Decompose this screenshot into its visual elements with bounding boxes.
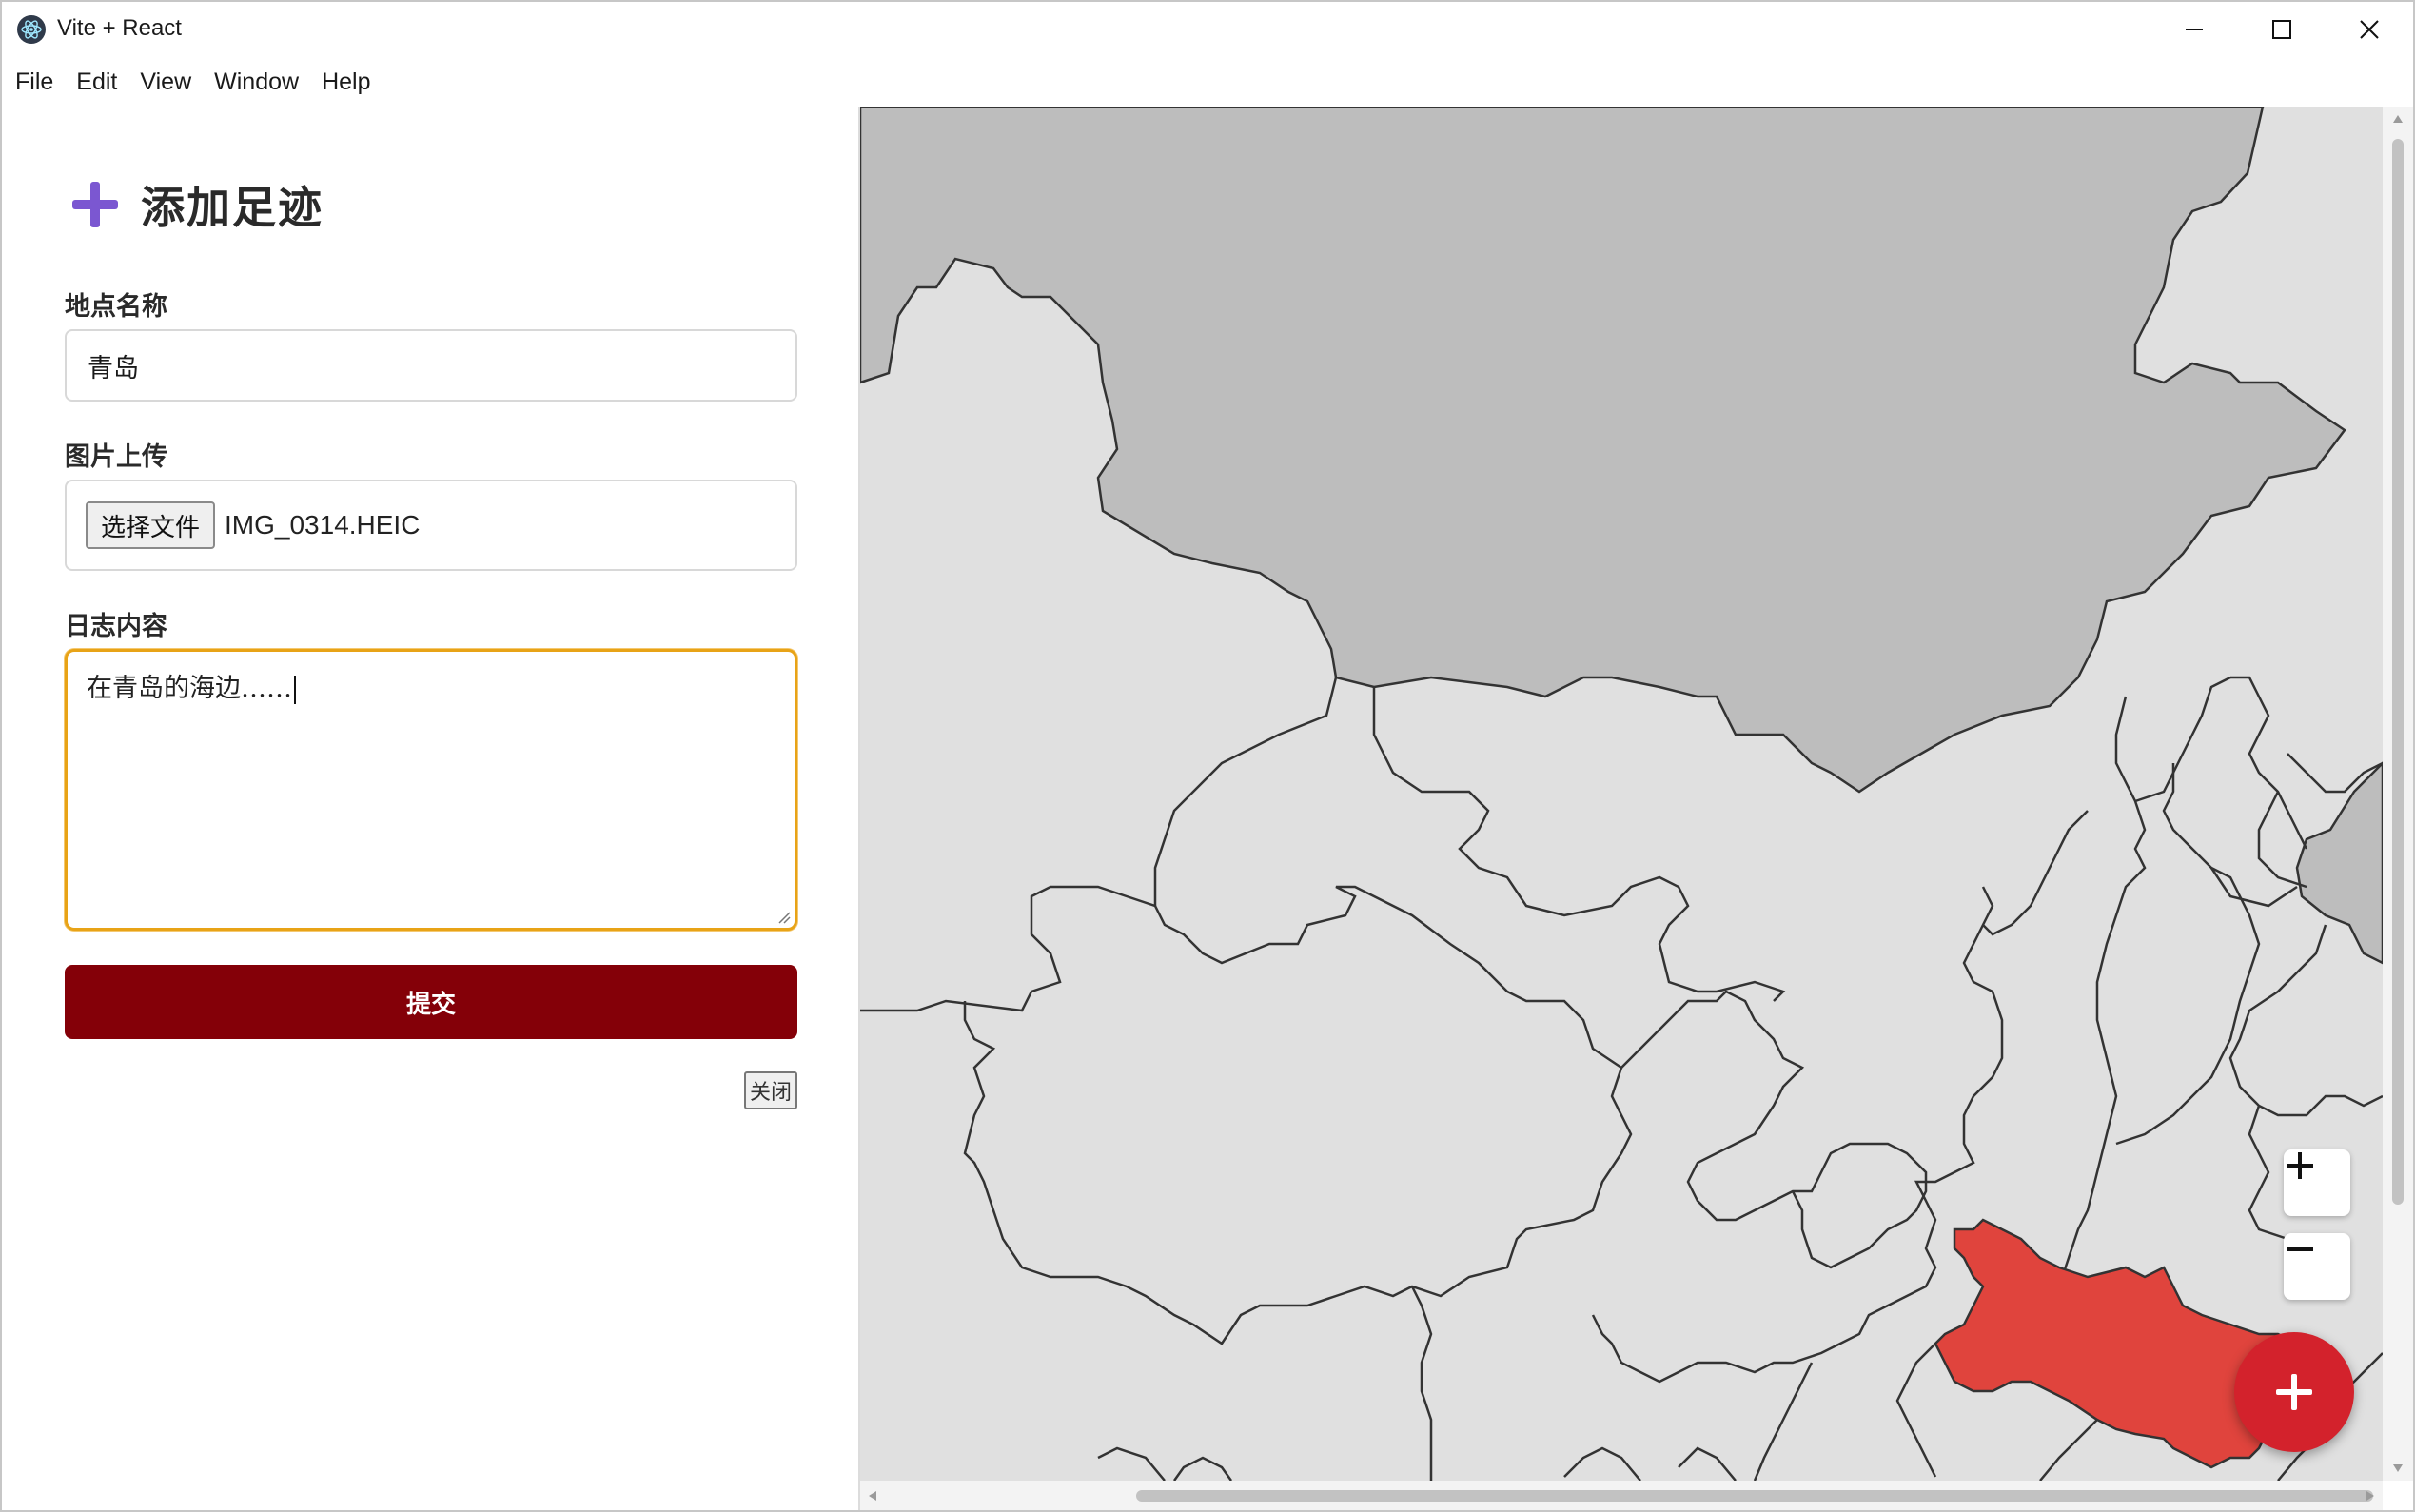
menu-bar: File Edit View Window Help [2, 57, 2413, 107]
plus-icon [2276, 1374, 2312, 1410]
image-upload-field: 选择文件 IMG_0314.HEIC [65, 480, 797, 571]
location-label: 地点名称 [65, 292, 167, 322]
text-caret [294, 675, 296, 704]
journal-label: 日志内容 [65, 612, 167, 641]
vertical-scroll-thumb[interactable] [2392, 139, 2404, 1205]
close-panel-button[interactable]: 关闭 [744, 1071, 797, 1109]
maximize-button[interactable] [2238, 2, 2326, 57]
panel-header: 添加足迹 [67, 173, 324, 236]
close-icon [2360, 20, 2379, 39]
plus-icon [2287, 1152, 2313, 1179]
panel-title: 添加足迹 [141, 182, 324, 233]
title-bar: Vite + React [2, 2, 2413, 57]
menu-help[interactable]: Help [322, 65, 370, 100]
minimize-icon [2186, 29, 2203, 30]
resize-grip-icon[interactable] [776, 909, 791, 924]
zoom-out-button[interactable] [2284, 1233, 2350, 1300]
scroll-down-icon[interactable] [2392, 1463, 2404, 1473]
zoom-in-button[interactable] [2284, 1149, 2350, 1216]
menu-view[interactable]: View [140, 65, 191, 100]
horizontal-scrollbar[interactable] [860, 1481, 2383, 1510]
submit-button[interactable]: 提交 [65, 965, 797, 1039]
maximize-icon [2272, 20, 2291, 39]
app-window: Vite + React File Edit View Window Help [0, 0, 2415, 1512]
menu-window[interactable]: Window [214, 65, 299, 100]
horizontal-scroll-thumb[interactable] [1136, 1490, 2373, 1502]
journal-value: 在青岛的海边…… [87, 674, 292, 703]
image-upload-label: 图片上传 [65, 442, 167, 472]
province-map [860, 107, 2383, 1481]
vertical-scrollbar[interactable] [2383, 107, 2413, 1481]
location-value: 青岛 [88, 353, 139, 383]
scroll-right-icon[interactable] [2366, 1490, 2375, 1502]
choose-file-button[interactable]: 选择文件 [86, 501, 216, 549]
add-footprint-fab[interactable] [2234, 1332, 2354, 1452]
close-window-button[interactable] [2326, 2, 2413, 57]
menu-file[interactable]: File [15, 65, 53, 100]
scroll-up-icon[interactable] [2392, 114, 2404, 124]
plus-icon [72, 182, 118, 227]
selected-file-name: IMG_0314.HEIC [225, 510, 421, 540]
location-input[interactable]: 青岛 [65, 329, 797, 402]
minus-icon [2287, 1247, 2313, 1251]
window-title: Vite + React [57, 15, 182, 41]
electron-icon [17, 15, 46, 44]
add-footprint-panel: 添加足迹 地点名称 青岛 图片上传 选择文件 IMG_0314.HEIC 日志内… [2, 107, 858, 1510]
scroll-left-icon[interactable] [868, 1490, 877, 1502]
minimize-button[interactable] [2150, 2, 2238, 57]
menu-edit[interactable]: Edit [76, 65, 117, 100]
map-view[interactable] [860, 107, 2383, 1481]
journal-textarea[interactable]: 在青岛的海边…… [65, 649, 797, 931]
